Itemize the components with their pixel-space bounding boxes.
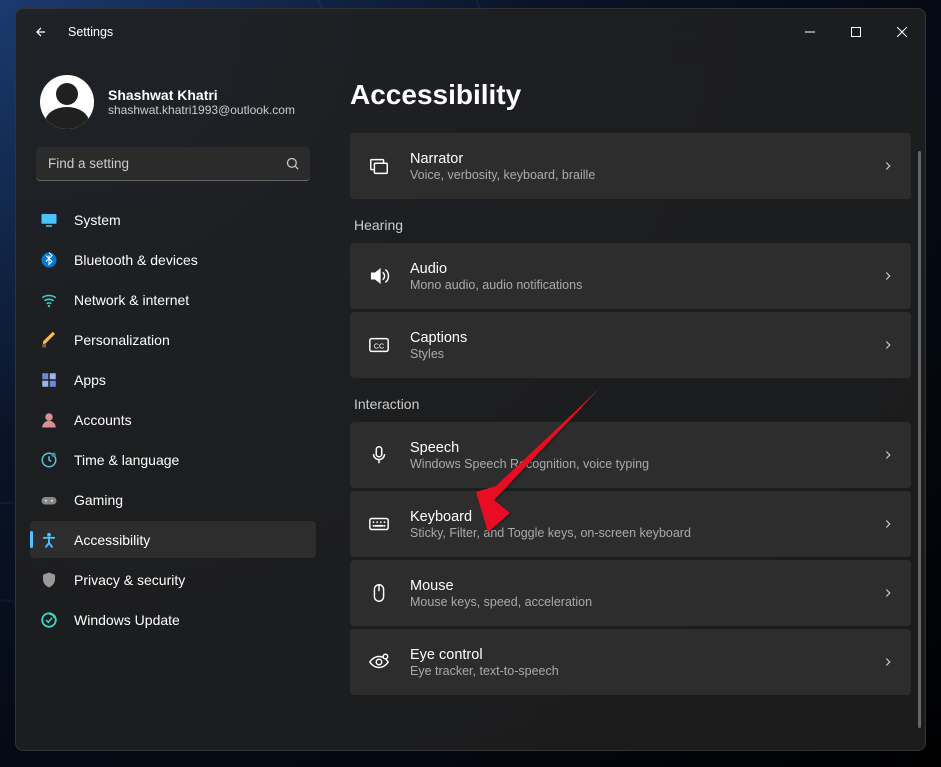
card-subtitle: Eye tracker, text-to-speech <box>410 664 861 678</box>
section-label-hearing: Hearing <box>354 217 911 233</box>
update-icon <box>40 611 58 629</box>
eye-icon <box>368 651 390 673</box>
card-subtitle: Styles <box>410 347 861 361</box>
card-keyboard[interactable]: KeyboardSticky, Filter, and Toggle keys,… <box>350 491 911 557</box>
brush-icon <box>40 331 58 349</box>
card-mouse[interactable]: MouseMouse keys, speed, acceleration <box>350 560 911 626</box>
card-body: NarratorVoice, verbosity, keyboard, brai… <box>410 151 861 182</box>
chevron-right-icon <box>881 269 895 283</box>
sidebar-item-label: Apps <box>74 372 106 388</box>
card-eye[interactable]: Eye controlEye tracker, text-to-speech <box>350 629 911 695</box>
sidebar-item-label: System <box>74 212 121 228</box>
close-button[interactable] <box>879 16 925 48</box>
card-title: Captions <box>410 330 861 346</box>
nav-list: System Bluetooth & devices Network & inter… <box>30 201 316 638</box>
card-subtitle: Mouse keys, speed, acceleration <box>410 595 861 609</box>
person-icon <box>40 411 58 429</box>
sidebar-item-apps[interactable]: Apps <box>30 361 316 398</box>
card-audio[interactable]: AudioMono audio, audio notifications <box>350 243 911 309</box>
gamepad-icon <box>40 491 58 509</box>
window-title: Settings <box>68 25 113 39</box>
card-title: Speech <box>410 440 861 456</box>
sidebar: Shashwat Khatri shashwat.khatri1993@outl… <box>16 55 326 750</box>
card-speech[interactable]: SpeechWindows Speech Recognition, voice … <box>350 422 911 488</box>
sidebar-item-network[interactable]: Network & internet <box>30 281 316 318</box>
section-label-interaction: Interaction <box>354 396 911 412</box>
card-title: Narrator <box>410 151 861 167</box>
maximize-button[interactable] <box>833 16 879 48</box>
shield-icon <box>40 571 58 589</box>
avatar <box>40 75 94 129</box>
chevron-right-icon <box>881 655 895 669</box>
sidebar-item-label: Accessibility <box>74 532 150 548</box>
card-subtitle: Mono audio, audio notifications <box>410 278 861 292</box>
sidebar-item-accessibility[interactable]: Accessibility <box>30 521 316 558</box>
sidebar-item-time[interactable]: Time & language <box>30 441 316 478</box>
monitor-icon <box>40 211 58 229</box>
svg-text:CC: CC <box>374 342 385 351</box>
scrollbar[interactable] <box>918 151 921 728</box>
main-content: Accessibility NarratorVoice, verbosity, … <box>326 55 925 750</box>
chevron-right-icon <box>881 517 895 531</box>
card-narrator[interactable]: NarratorVoice, verbosity, keyboard, brai… <box>350 133 911 199</box>
sidebar-item-accounts[interactable]: Accounts <box>30 401 316 438</box>
clock-icon <box>40 451 58 469</box>
back-button[interactable] <box>34 25 48 39</box>
titlebar: Settings <box>16 9 925 55</box>
card-subtitle: Voice, verbosity, keyboard, braille <box>410 168 861 182</box>
card-body: SpeechWindows Speech Recognition, voice … <box>410 440 861 471</box>
window-controls <box>787 16 925 48</box>
narrator-icon <box>368 155 390 177</box>
chevron-right-icon <box>881 448 895 462</box>
page-title: Accessibility <box>350 79 911 111</box>
mic-icon <box>368 444 390 466</box>
sidebar-item-personalization[interactable]: Personalization <box>30 321 316 358</box>
minimize-button[interactable] <box>787 16 833 48</box>
sidebar-item-gaming[interactable]: Gaming <box>30 481 316 518</box>
sidebar-item-label: Windows Update <box>74 612 180 628</box>
chevron-right-icon <box>881 338 895 352</box>
user-profile[interactable]: Shashwat Khatri shashwat.khatri1993@outl… <box>30 55 316 147</box>
sidebar-item-bluetooth[interactable]: Bluetooth & devices <box>30 241 316 278</box>
sidebar-item-privacy[interactable]: Privacy & security <box>30 561 316 598</box>
sidebar-item-update[interactable]: Windows Update <box>30 601 316 638</box>
sidebar-item-label: Personalization <box>74 332 170 348</box>
settings-window: Settings Shashwat Khatri shashwat.khatri… <box>15 8 926 751</box>
sidebar-item-label: Accounts <box>74 412 132 428</box>
card-title: Audio <box>410 261 861 277</box>
card-body: KeyboardSticky, Filter, and Toggle keys,… <box>410 509 861 540</box>
chevron-right-icon <box>881 586 895 600</box>
captions-icon: CC <box>368 334 390 356</box>
search-input[interactable] <box>36 147 310 181</box>
sidebar-item-label: Privacy & security <box>74 572 185 588</box>
card-body: MouseMouse keys, speed, acceleration <box>410 578 861 609</box>
sidebar-item-label: Network & internet <box>74 292 189 308</box>
sidebar-item-system[interactable]: System <box>30 201 316 238</box>
card-body: Eye controlEye tracker, text-to-speech <box>410 647 861 678</box>
card-subtitle: Windows Speech Recognition, voice typing <box>410 457 861 471</box>
search-box <box>36 147 310 181</box>
mouse-icon <box>368 582 390 604</box>
wifi-icon <box>40 291 58 309</box>
chevron-right-icon <box>881 159 895 173</box>
bluetooth-icon <box>40 251 58 269</box>
keyboard-icon <box>368 513 390 535</box>
sidebar-item-label: Gaming <box>74 492 123 508</box>
card-body: AudioMono audio, audio notifications <box>410 261 861 292</box>
card-captions[interactable]: CC CaptionsStyles <box>350 312 911 378</box>
user-email: shashwat.khatri1993@outlook.com <box>108 103 295 117</box>
apps-icon <box>40 371 58 389</box>
card-body: CaptionsStyles <box>410 330 861 361</box>
user-name: Shashwat Khatri <box>108 87 295 103</box>
sidebar-item-label: Bluetooth & devices <box>74 252 198 268</box>
audio-icon <box>368 265 390 287</box>
sidebar-item-label: Time & language <box>74 452 179 468</box>
card-title: Keyboard <box>410 509 861 525</box>
card-subtitle: Sticky, Filter, and Toggle keys, on-scre… <box>410 526 861 540</box>
card-title: Eye control <box>410 647 861 663</box>
card-title: Mouse <box>410 578 861 594</box>
access-icon <box>40 531 58 549</box>
